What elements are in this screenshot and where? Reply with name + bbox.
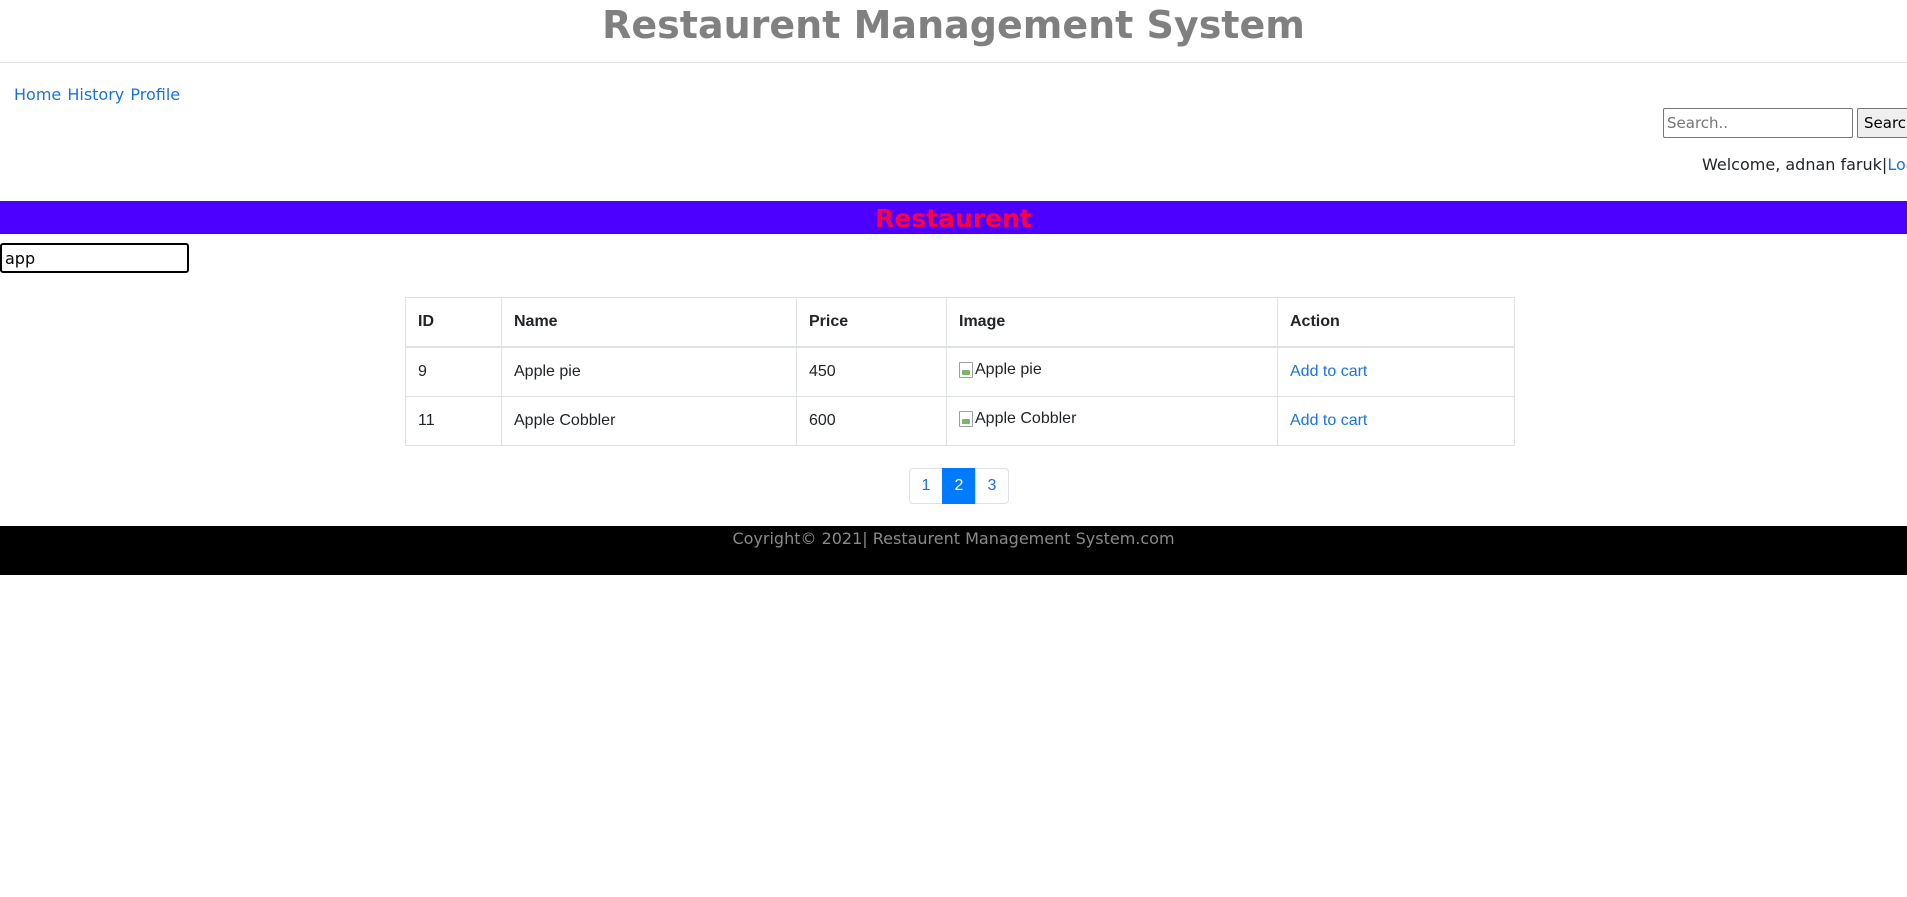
col-id-header: ID [405, 297, 502, 348]
search-input[interactable] [1663, 108, 1853, 138]
item-image-alt: Apple Cobbler [975, 410, 1077, 427]
nav-home-link[interactable]: Home [14, 85, 61, 104]
item-image-cell: Apple Cobbler [946, 396, 1278, 446]
footer: Coyright© 2021| Restaurent Management Sy… [0, 526, 1907, 575]
nav-profile-link[interactable]: Profile [130, 85, 180, 104]
filter-input[interactable] [0, 243, 189, 273]
item-id: 11 [405, 396, 502, 446]
item-image-alt: Apple pie [975, 361, 1042, 378]
main-nav: Home History Profile [14, 84, 181, 106]
col-action-header: Action [1277, 297, 1515, 348]
menu-table: ID Name Price Image Action 9 Apple pie 4… [405, 297, 1515, 446]
site-title: Restaurent Management System [0, 0, 1907, 63]
col-price-header: Price [796, 297, 947, 348]
table-row: 11 Apple Cobbler 600 Apple Cobbler Add t… [405, 396, 1515, 446]
item-name: Apple Cobbler [501, 396, 797, 446]
page-1-button[interactable]: 1 [909, 468, 943, 504]
pagination: 1 2 3 [909, 468, 1009, 504]
item-action-cell: Add to cart [1277, 396, 1515, 446]
footer-copyright: Coyright© 2021| Restaurent Management Sy… [732, 529, 1175, 548]
restaurant-banner: Restaurent [0, 201, 1907, 234]
add-to-cart-link[interactable]: Add to cart [1290, 412, 1367, 429]
banner-title: Restaurent [875, 204, 1032, 233]
welcome-text: Welcome, adnan faruk [1702, 155, 1882, 174]
nav-history-link[interactable]: History [67, 85, 124, 104]
welcome-bar: Welcome, adnan faruk|Log-out [1702, 154, 1907, 176]
item-image: Apple pie [959, 361, 1042, 379]
item-image: Apple Cobbler [959, 410, 1076, 428]
item-image-cell: Apple pie [946, 346, 1278, 397]
table-row: 9 Apple pie 450 Apple pie Add to cart [405, 346, 1515, 397]
broken-image-icon [959, 411, 973, 427]
item-price: 600 [796, 396, 947, 446]
col-image-header: Image [946, 297, 1278, 348]
search-button[interactable]: Search [1857, 108, 1907, 138]
broken-image-icon [959, 362, 973, 378]
item-id: 9 [405, 346, 502, 397]
table-header-row: ID Name Price Image Action [405, 297, 1515, 348]
item-name: Apple pie [501, 346, 797, 397]
page-2-button[interactable]: 2 [942, 468, 976, 504]
add-to-cart-link[interactable]: Add to cart [1290, 363, 1367, 380]
item-price: 450 [796, 346, 947, 397]
logout-link[interactable]: Log-out [1887, 155, 1907, 174]
page-3-button[interactable]: 3 [975, 468, 1009, 504]
col-name-header: Name [501, 297, 797, 348]
item-action-cell: Add to cart [1277, 346, 1515, 397]
